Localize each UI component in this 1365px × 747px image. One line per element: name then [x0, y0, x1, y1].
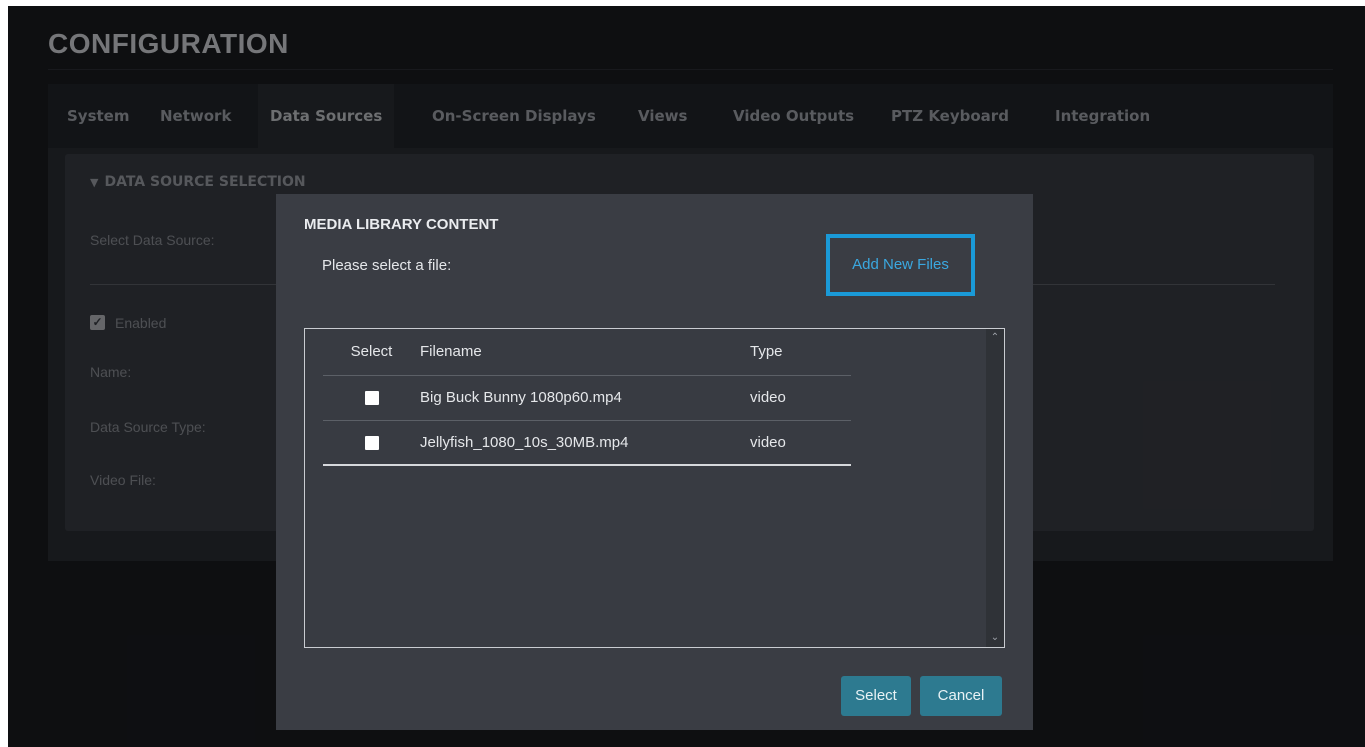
media-library-dialog: MEDIA LIBRARY CONTENT Please select a fi… [276, 194, 1033, 730]
filename-cell: Jellyfish_1080_10s_30MB.mp4 [420, 420, 750, 466]
chevron-down-icon[interactable]: ⌄ [986, 629, 1004, 647]
add-new-files-link[interactable]: Add New Files [826, 234, 975, 296]
select-button[interactable]: Select [841, 676, 911, 716]
dialog-prompt: Please select a file: [322, 257, 452, 274]
app-screen: CONFIGURATION System Network Data Source… [8, 6, 1365, 747]
column-header-filename: Filename [420, 329, 750, 376]
row-select-cell [323, 420, 420, 466]
cancel-button[interactable]: Cancel [920, 676, 1002, 716]
table-row[interactable]: Jellyfish_1080_10s_30MB.mp4 video [323, 420, 851, 466]
filename-cell: Big Buck Bunny 1080p60.mp4 [420, 375, 750, 421]
type-cell: video [750, 375, 851, 421]
type-cell: video [750, 420, 851, 466]
file-list: Select Filename Type Big Buck Bunny 1080… [304, 328, 1005, 648]
column-header-type: Type [750, 329, 851, 376]
column-header-select: Select [323, 329, 420, 376]
vertical-scrollbar[interactable]: ⌃ ⌄ [986, 329, 1004, 647]
chevron-up-icon[interactable]: ⌃ [986, 329, 1004, 347]
row-checkbox[interactable] [364, 435, 379, 450]
dialog-title: MEDIA LIBRARY CONTENT [304, 216, 499, 233]
row-checkbox[interactable] [364, 391, 379, 406]
file-table: Select Filename Type Big Buck Bunny 1080… [323, 329, 851, 466]
table-header-row: Select Filename Type [323, 329, 851, 376]
table-row[interactable]: Big Buck Bunny 1080p60.mp4 video [323, 375, 851, 421]
row-select-cell [323, 375, 420, 421]
